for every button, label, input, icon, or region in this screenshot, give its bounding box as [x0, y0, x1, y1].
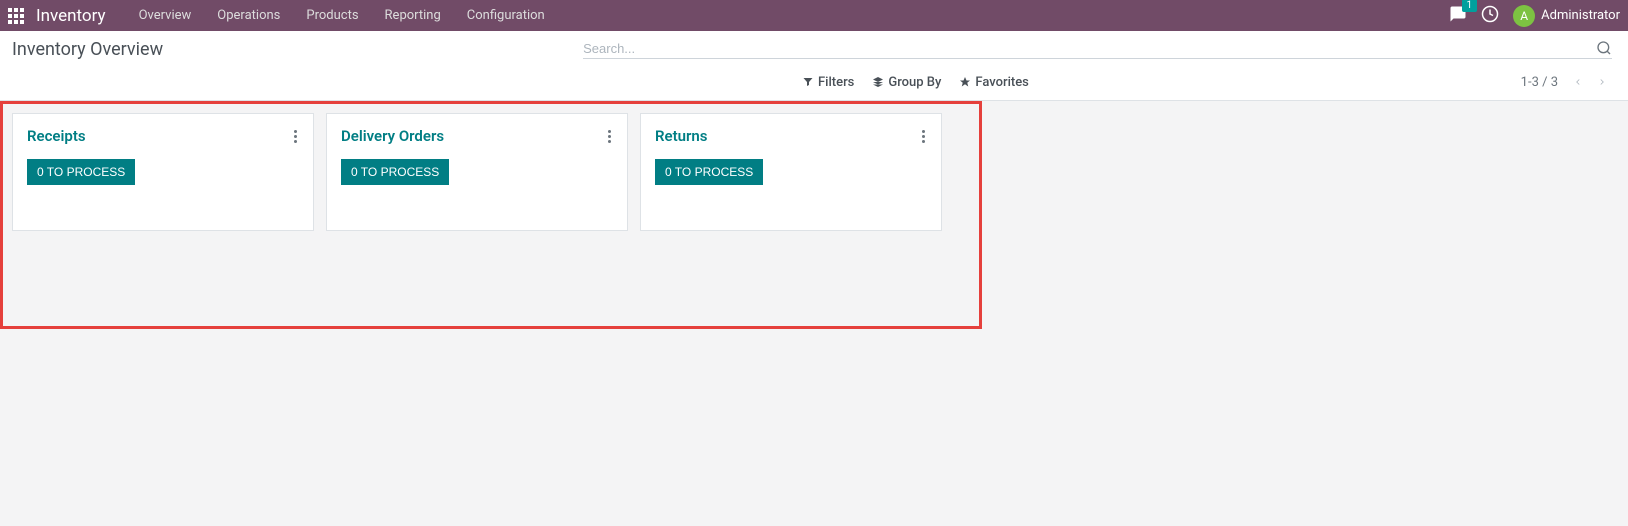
star-icon: [959, 76, 971, 88]
control-panel: Inventory Overview Filters Group By Favo…: [0, 31, 1628, 101]
clock-icon[interactable]: [1481, 5, 1499, 27]
navbar-right: 1 A Administrator: [1449, 5, 1620, 27]
nav-item-reporting[interactable]: Reporting: [372, 8, 454, 23]
kanban-card-receipts: Receipts 0 TO PROCESS: [12, 113, 314, 231]
control-bottom: Filters Group By Favorites 1-3 / 3: [0, 64, 1628, 100]
search-icon[interactable]: [1596, 40, 1612, 56]
kebab-menu-icon[interactable]: [606, 128, 613, 145]
card-title[interactable]: Returns: [655, 127, 708, 145]
kanban-card-delivery-orders: Delivery Orders 0 TO PROCESS: [326, 113, 628, 231]
nav-item-operations[interactable]: Operations: [204, 8, 293, 23]
search-input[interactable]: [583, 41, 1596, 56]
pager: 1-3 / 3: [1521, 72, 1612, 92]
main-content: Receipts 0 TO PROCESS Delivery Orders 0 …: [0, 101, 1628, 243]
chevron-left-icon: [1573, 77, 1583, 87]
process-button[interactable]: 0 TO PROCESS: [341, 159, 449, 185]
favorites-label: Favorites: [975, 75, 1028, 90]
card-header: Returns: [655, 127, 927, 145]
nav-menu: Overview Operations Products Reporting C…: [126, 8, 558, 23]
filters-label: Filters: [818, 75, 854, 90]
kanban-card-returns: Returns 0 TO PROCESS: [640, 113, 942, 231]
page-title: Inventory Overview: [12, 39, 163, 60]
process-button[interactable]: 0 TO PROCESS: [27, 159, 135, 185]
filter-buttons: Filters Group By Favorites: [802, 75, 1029, 90]
kebab-menu-icon[interactable]: [292, 128, 299, 145]
pager-next-button[interactable]: [1592, 72, 1612, 92]
chevron-right-icon: [1597, 77, 1607, 87]
chat-badge: 1: [1462, 0, 1478, 12]
card-title[interactable]: Receipts: [27, 127, 86, 145]
search-box: [583, 40, 1612, 59]
card-header: Delivery Orders: [341, 127, 613, 145]
app-brand[interactable]: Inventory: [36, 6, 106, 26]
user-name: Administrator: [1541, 8, 1620, 23]
apps-grid-icon[interactable]: [8, 8, 24, 24]
nav-item-configuration[interactable]: Configuration: [454, 8, 558, 23]
navbar-left: Inventory Overview Operations Products R…: [8, 6, 558, 26]
card-header: Receipts: [27, 127, 299, 145]
process-button[interactable]: 0 TO PROCESS: [655, 159, 763, 185]
avatar: A: [1513, 5, 1535, 27]
kebab-menu-icon[interactable]: [920, 128, 927, 145]
card-title[interactable]: Delivery Orders: [341, 127, 444, 145]
groupby-button[interactable]: Group By: [872, 75, 941, 90]
layers-icon: [872, 76, 884, 88]
nav-item-overview[interactable]: Overview: [126, 8, 205, 23]
filters-button[interactable]: Filters: [802, 75, 854, 90]
kanban-container: Receipts 0 TO PROCESS Delivery Orders 0 …: [12, 113, 1616, 231]
favorites-button[interactable]: Favorites: [959, 75, 1028, 90]
chat-icon[interactable]: 1: [1449, 5, 1467, 27]
groupby-label: Group By: [888, 75, 941, 90]
user-menu[interactable]: A Administrator: [1513, 5, 1620, 27]
pager-text: 1-3 / 3: [1521, 75, 1558, 90]
filter-icon: [802, 76, 814, 88]
pager-prev-button[interactable]: [1568, 72, 1588, 92]
navbar: Inventory Overview Operations Products R…: [0, 0, 1628, 31]
nav-item-products[interactable]: Products: [293, 8, 371, 23]
control-top: Inventory Overview: [0, 31, 1628, 64]
